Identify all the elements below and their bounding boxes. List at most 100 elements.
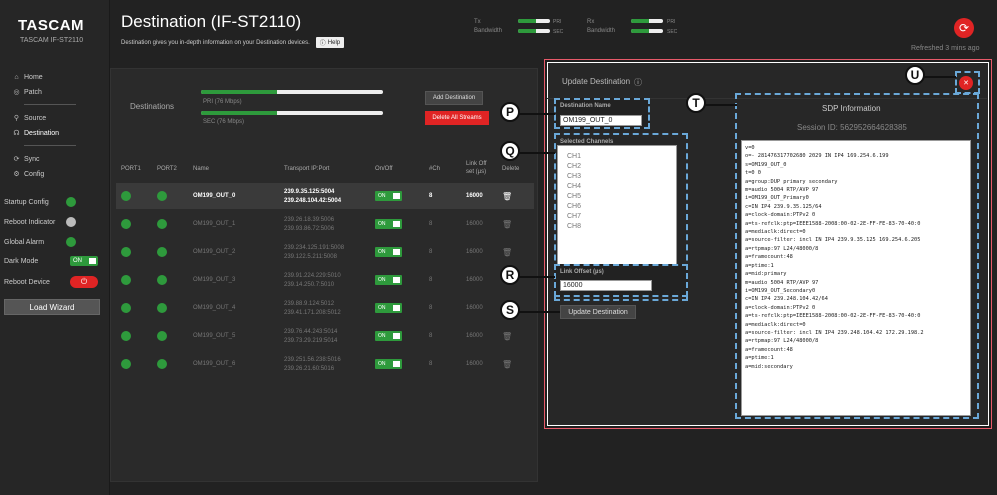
callout-q: Q bbox=[500, 141, 520, 161]
row-on-off-toggle[interactable]: ON bbox=[375, 359, 402, 369]
channel-option[interactable]: CH2 bbox=[567, 163, 581, 170]
table-row[interactable]: OM199_OUT_5 239.76.44.243:5014 239.73.29.2… bbox=[116, 323, 534, 349]
dark-mode-row: Dark Mode ON bbox=[4, 256, 104, 266]
channel-option[interactable]: CH7 bbox=[567, 213, 581, 220]
sidebar-item-destination[interactable]: ☊ Destination bbox=[13, 130, 59, 137]
row-channel-count: 8 bbox=[429, 249, 433, 255]
channel-option[interactable]: CH3 bbox=[567, 173, 581, 180]
delete-all-streams-button[interactable]: Delete All Streams bbox=[425, 111, 489, 125]
sdp-text-area[interactable]: v=0 o=- 281476317702680 2029 IN IP4 169.2… bbox=[741, 140, 971, 416]
sdp-line: i=OM199_OUT_Primary0 bbox=[745, 195, 809, 202]
sdp-line: a=clock-domain:PTPv2 0 bbox=[745, 212, 816, 219]
sidebar-item-label: Patch bbox=[24, 89, 42, 96]
rx-pri-bar bbox=[631, 19, 663, 23]
sidebar-item-sync[interactable]: ⟳ Sync bbox=[13, 156, 40, 163]
row-ip-secondary: 239.73.29.219:5014 bbox=[284, 338, 338, 344]
row-name: OM199_OUT_1 bbox=[193, 221, 236, 227]
sdp-line: a=ptime:1 bbox=[745, 262, 774, 269]
link-offset-input[interactable]: 16000 bbox=[560, 280, 652, 291]
row-link-offset: 16000 bbox=[466, 333, 483, 339]
rx-sec-tag: SEC bbox=[667, 29, 678, 35]
channel-option[interactable]: CH5 bbox=[567, 193, 581, 200]
tx-pri-tag: PRI bbox=[553, 19, 562, 25]
row-ip-secondary: 239.41.171.208:5012 bbox=[284, 310, 341, 316]
channel-option[interactable]: CH6 bbox=[567, 203, 581, 210]
row-on-off-toggle[interactable]: ON bbox=[375, 247, 402, 257]
refresh-icon[interactable]: ⟳ bbox=[954, 18, 974, 38]
table-row[interactable]: OM199_OUT_3 239.91.224.229:5010 239.14.250… bbox=[116, 267, 534, 293]
update-destination-button[interactable]: Update Destination bbox=[560, 305, 636, 319]
table-row[interactable]: OM199_OUT_2 239.234.125.191:5008 239.122.5… bbox=[116, 239, 534, 265]
row-link-offset: 16000 bbox=[466, 361, 483, 367]
sidebar-item-label: Source bbox=[24, 115, 47, 122]
column-header-port2: PORT2 bbox=[157, 166, 177, 172]
sidebar-item-patch[interactable]: ◎ Patch bbox=[13, 89, 42, 96]
trash-icon[interactable]: 🗑 bbox=[502, 220, 512, 229]
trash-icon[interactable]: 🗑 bbox=[502, 248, 512, 257]
row-ip-secondary: 239.14.250.7:5010 bbox=[284, 282, 335, 288]
callout-leader bbox=[519, 113, 555, 115]
channel-option[interactable]: CH8 bbox=[567, 223, 581, 230]
destination-name-input[interactable]: OM199_OUT_0 bbox=[560, 115, 642, 126]
port2-status-indicator bbox=[157, 219, 167, 229]
channel-option[interactable]: CH4 bbox=[567, 183, 581, 190]
port1-status-indicator bbox=[121, 359, 131, 369]
reboot-device-row: Reboot Device ⏻ bbox=[4, 276, 104, 288]
callout-leader bbox=[705, 104, 737, 106]
row-link-offset: 16000 bbox=[466, 305, 483, 311]
link-offset-label: Link Offset (µs) bbox=[560, 269, 604, 275]
add-destination-button[interactable]: Add Destination bbox=[425, 91, 483, 105]
destination-icon: ☊ bbox=[13, 130, 20, 137]
page-subtitle-row: Destination gives you in-depth informati… bbox=[121, 37, 345, 48]
destination-name-label: Destination Name bbox=[560, 103, 611, 109]
row-on-off-toggle[interactable]: ON bbox=[375, 275, 402, 285]
row-ip-primary: 239.91.224.229:5010 bbox=[284, 273, 341, 279]
sidebar-item-source[interactable]: ⚲ Source bbox=[13, 115, 46, 122]
sidebar-item-home[interactable]: ⌂ Home bbox=[13, 74, 42, 81]
page-subtitle: Destination gives you in-depth informati… bbox=[121, 39, 310, 46]
row-on-off-toggle[interactable]: ON bbox=[375, 303, 402, 313]
device-model: TASCAM IF-ST2110 bbox=[20, 37, 84, 44]
callout-leader bbox=[519, 311, 560, 313]
port2-status-indicator bbox=[157, 275, 167, 285]
table-row[interactable]: OM199_OUT_4 239.88.9.124:5012 239.41.171.2… bbox=[116, 295, 534, 321]
row-ip-primary: 239.9.35.125:5004 bbox=[284, 189, 335, 195]
close-icon[interactable]: ✕ bbox=[959, 76, 973, 90]
sdp-line: a=mediaclk:direct=0 bbox=[745, 321, 806, 328]
update-panel-title: Update Destination bbox=[562, 77, 631, 86]
row-on-off-toggle[interactable]: ON bbox=[375, 219, 402, 229]
table-row[interactable]: OM199_OUT_6 239.251.56.238:5016 239.26.21.… bbox=[116, 351, 534, 377]
help-button[interactable]: ⓘ Help bbox=[315, 37, 345, 48]
trash-icon[interactable]: 🗑 bbox=[502, 192, 512, 201]
dark-mode-toggle[interactable]: ON bbox=[70, 256, 98, 266]
trash-icon[interactable]: 🗑 bbox=[502, 332, 512, 341]
sdp-line: a=ptime:1 bbox=[745, 355, 774, 362]
sdp-line: a=ts-refclk:ptp=IEEE1588-2008:00-02-2E-F… bbox=[745, 313, 921, 320]
reboot-indicator-label: Reboot Indicator bbox=[4, 218, 56, 226]
table-row[interactable]: OM199_OUT_1 239.26.18.39:5006 239.93.86.72… bbox=[116, 211, 534, 237]
destination-name-group: Destination Name OM199_OUT_0 bbox=[554, 98, 650, 129]
callout-s: S bbox=[500, 300, 520, 320]
nav-divider bbox=[24, 104, 76, 105]
row-ip-primary: 239.76.44.243:5014 bbox=[284, 329, 338, 335]
sdp-line: t=0 0 bbox=[745, 170, 761, 177]
channel-option[interactable]: CH1 bbox=[567, 153, 581, 160]
load-wizard-button[interactable]: Load Wizard bbox=[4, 299, 100, 315]
port1-status-indicator bbox=[121, 191, 131, 201]
row-name: OM199_OUT_5 bbox=[193, 333, 236, 339]
tx-sec-bar bbox=[518, 29, 550, 33]
row-ip-secondary: 239.26.21.60:5016 bbox=[284, 366, 335, 372]
trash-icon[interactable]: 🗑 bbox=[502, 360, 512, 369]
sidebar-item-config[interactable]: ⚙ Config bbox=[13, 171, 44, 178]
power-icon[interactable]: ⏻ bbox=[70, 276, 98, 288]
sdp-line: a=mid:secondary bbox=[745, 363, 793, 370]
rx-bandwidth-label: Rx Bandwidth bbox=[587, 19, 616, 34]
port2-status-indicator bbox=[157, 331, 167, 341]
sdp-line: o=- 281476317702680 2029 IN IP4 169.254.… bbox=[745, 153, 889, 160]
row-on-off-toggle[interactable]: ON bbox=[375, 331, 402, 341]
table-row[interactable]: OM199_OUT_0 239.9.35.125:5004 239.248.104.… bbox=[116, 183, 534, 209]
row-on-off-toggle[interactable]: ON bbox=[375, 191, 402, 201]
source-icon: ⚲ bbox=[13, 115, 20, 122]
sdp-session-id: Session ID: 562952664628385 bbox=[797, 123, 907, 132]
row-channel-count: 8 bbox=[429, 333, 433, 339]
